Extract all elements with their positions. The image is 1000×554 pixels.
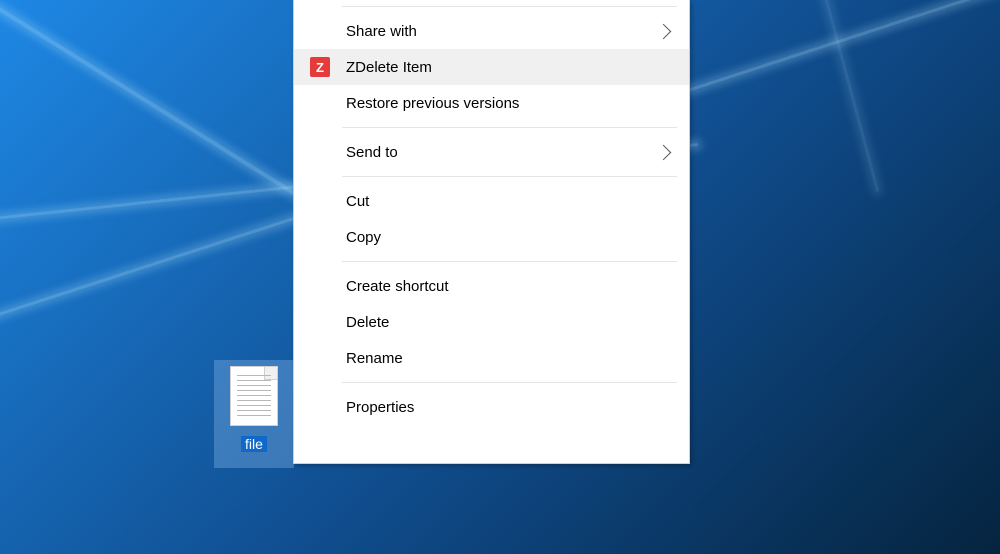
menu-item-label: Restore previous versions (346, 95, 675, 112)
desktop-file-item[interactable]: file (214, 360, 294, 468)
menu-item-cut[interactable]: Cut (294, 183, 689, 219)
text-file-icon (230, 366, 278, 426)
zdelete-app-icon: Z (310, 57, 330, 77)
menu-item-share-with[interactable]: Share with (294, 13, 689, 49)
menu-item-label: Create shortcut (346, 278, 675, 295)
menu-item-label: Rename (346, 350, 675, 367)
menu-item-label: Delete (346, 314, 675, 331)
menu-item-label: Copy (346, 229, 675, 246)
menu-item-copy[interactable]: Copy (294, 219, 689, 255)
desktop[interactable]: file Share with Z ZDelete Item Restore p… (0, 0, 1000, 554)
context-menu: Share with Z ZDelete Item Restore previo… (293, 0, 690, 464)
menu-item-label: ZDelete Item (346, 59, 675, 76)
light-beam (721, 0, 879, 192)
menu-item-send-to[interactable]: Send to (294, 134, 689, 170)
menu-separator (342, 382, 677, 383)
menu-item-label: Properties (346, 399, 675, 416)
menu-item-label: Cut (346, 193, 675, 210)
menu-separator (342, 176, 677, 177)
menu-item-restore-versions[interactable]: Restore previous versions (294, 85, 689, 121)
chevron-right-icon (656, 23, 672, 39)
file-label: file (241, 436, 267, 452)
menu-separator (342, 261, 677, 262)
menu-item-properties[interactable]: Properties (294, 389, 689, 425)
menu-item-zdelete[interactable]: Z ZDelete Item (294, 49, 689, 85)
menu-item-create-shortcut[interactable]: Create shortcut (294, 268, 689, 304)
chevron-right-icon (656, 144, 672, 160)
menu-item-label: Share with (346, 23, 658, 40)
menu-item-rename[interactable]: Rename (294, 340, 689, 376)
menu-item-delete[interactable]: Delete (294, 304, 689, 340)
menu-separator (342, 127, 677, 128)
menu-separator (342, 6, 677, 7)
menu-item-label: Send to (346, 144, 658, 161)
